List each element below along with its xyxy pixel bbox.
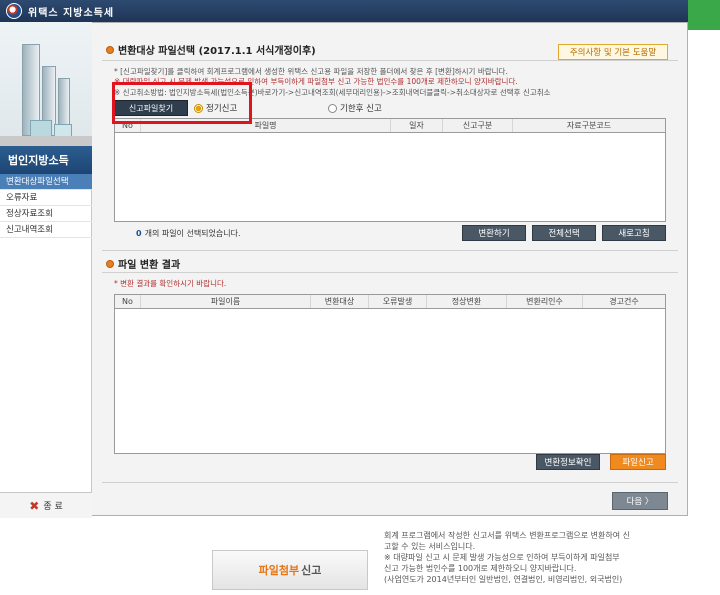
- window-title: 위택스 지방소득세: [28, 7, 115, 19]
- file-list-table: No 파일명 일자 신고구분 자료구분코드: [114, 118, 666, 222]
- exit-icon: ✖: [29, 498, 40, 513]
- exit-label: 종 료: [43, 502, 63, 512]
- radio-late-report[interactable]: 기한후 신고: [328, 102, 382, 114]
- convert-button[interactable]: 변환하기: [462, 225, 526, 241]
- sidebar-item-history[interactable]: 신고내역조회: [0, 222, 92, 238]
- sidebar: 법인지방소득 변환대상파일선택 오류자료 정상자료조회 신고내역조회 ✖ 종 료: [0, 22, 92, 518]
- result-notice: * 변환 결과를 확인하시기 바랍니다.: [114, 279, 227, 288]
- background-strip: [688, 0, 720, 30]
- section-file-select-title: 변환대상 파일선택 (2017.1.1 서식개정이후): [106, 42, 316, 57]
- service-description: 회계 프로그램에서 작성한 신고서를 위택스 변환프로그램으로 변환하여 신 고…: [384, 531, 630, 584]
- section-result-title: 파일 변환 결과: [106, 256, 180, 271]
- building-illustration: [0, 22, 92, 146]
- conversion-info-button[interactable]: 변환정보확인: [536, 454, 600, 470]
- file-submit-button[interactable]: 파일신고: [610, 454, 666, 470]
- refresh-button[interactable]: 새로고침: [602, 225, 666, 241]
- sidebar-item-file-select[interactable]: 변환대상파일선택: [0, 174, 92, 190]
- exit-button[interactable]: ✖ 종 료: [0, 492, 92, 518]
- radio-empty-icon: [328, 103, 337, 113]
- select-all-button[interactable]: 전체선택: [532, 225, 596, 241]
- wetax-logo-icon: [6, 3, 22, 19]
- section-bullet-icon: [106, 259, 114, 268]
- sidebar-item-error-data[interactable]: 오류자료: [0, 190, 92, 206]
- sidebar-item-normal-data[interactable]: 정상자료조회: [0, 206, 92, 222]
- title-bar: 위택스 지방소득세: [0, 0, 688, 22]
- sidebar-heading: 법인지방소득: [0, 146, 92, 174]
- section-bullet-icon: [106, 45, 114, 54]
- selected-count: 0 개의 파일이 선택되었습니다.: [136, 229, 241, 238]
- sidebar-menu: 변환대상파일선택 오류자료 정상자료조회 신고내역조회: [0, 174, 92, 238]
- file-attach-report-button[interactable]: 파일첨부 신고: [212, 550, 368, 590]
- help-button[interactable]: 주의사항 및 기본 도움말: [558, 44, 668, 60]
- red-highlight-box: [112, 82, 252, 124]
- next-button[interactable]: 다음 〉: [612, 492, 668, 510]
- table-header: No 파일이름 변환대상 오류발생 정상변환 변환리인수 경고건수: [115, 295, 665, 309]
- result-table: No 파일이름 변환대상 오류발생 정상변환 변환리인수 경고건수: [114, 294, 666, 454]
